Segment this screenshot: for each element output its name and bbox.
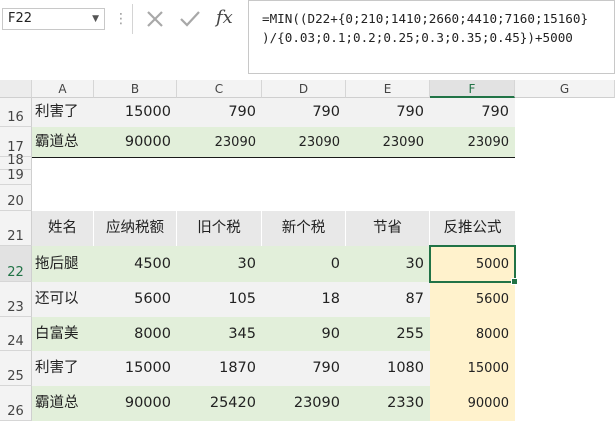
cell-d25[interactable]: 790	[262, 351, 346, 386]
formula-input[interactable]: =MIN((D22+{0;210;1410;2660;4410;7160;151…	[248, 0, 615, 74]
cell-b26[interactable]: 90000	[94, 386, 177, 421]
cell-d24[interactable]: 90	[262, 317, 346, 351]
fill-handle[interactable]	[511, 278, 518, 285]
cell-b22[interactable]: 4500	[94, 246, 177, 282]
column-header-a[interactable]: A	[32, 80, 94, 98]
row-number: 18	[7, 153, 24, 168]
cell-a23[interactable]: 还可以	[32, 282, 94, 317]
table-header-d[interactable]: 新个税	[262, 211, 346, 246]
formula-bar-grip-icon: ⋮	[114, 11, 128, 27]
row-number: 25	[7, 369, 24, 384]
cell-e23[interactable]: 87	[346, 282, 430, 317]
table-header-e[interactable]: 节省	[346, 211, 430, 246]
cell-b25[interactable]: 15000	[94, 351, 177, 386]
row-number: 22	[7, 265, 24, 280]
cell-a26[interactable]: 霸道总	[32, 386, 94, 421]
table-bottom-border	[32, 157, 515, 158]
cell-f17[interactable]: 23090	[430, 127, 515, 157]
cell-f25[interactable]: 15000	[430, 351, 515, 386]
row-header-23[interactable]: 23	[0, 282, 32, 317]
row-number: 24	[7, 334, 24, 349]
cell-e22[interactable]: 30	[346, 246, 430, 282]
row-header-25[interactable]: 25	[0, 351, 32, 386]
column-header-c[interactable]: C	[177, 80, 262, 98]
cell-d16[interactable]: 790	[262, 98, 346, 127]
active-cell-border	[429, 245, 516, 283]
cell-c22[interactable]: 30	[177, 246, 262, 282]
table-header-f[interactable]: 反推公式	[430, 211, 515, 246]
sheet-bottom-strip	[0, 421, 615, 428]
formula-line-2: )/{0.03;0.1;0.2;0.25;0.3;0.35;0.45})+500…	[262, 30, 573, 45]
table-header-c[interactable]: 旧个税	[177, 211, 262, 246]
cell-a17[interactable]: 霸道总	[32, 127, 94, 157]
row-number: 23	[7, 300, 24, 315]
column-header-f[interactable]: F	[430, 80, 515, 98]
cell-f23[interactable]: 5600	[430, 282, 515, 317]
cell-f24[interactable]: 8000	[430, 317, 515, 351]
table-header-b[interactable]: 应纳税额	[94, 211, 177, 246]
column-header-e[interactable]: E	[346, 80, 430, 98]
column-header-b[interactable]: B	[94, 80, 177, 98]
cell-f16[interactable]: 790	[430, 98, 515, 127]
select-all-corner[interactable]	[0, 80, 32, 98]
cell-d23[interactable]: 18	[262, 282, 346, 317]
cell-e17[interactable]: 23090	[346, 127, 430, 157]
row-header-19[interactable]: 19	[0, 168, 32, 185]
cell-c24[interactable]: 345	[177, 317, 262, 351]
cell-c23[interactable]: 105	[177, 282, 262, 317]
cell-a25[interactable]: 利害了	[32, 351, 94, 386]
cell-d26[interactable]: 23090	[262, 386, 346, 421]
cell-b23[interactable]: 5600	[94, 282, 177, 317]
cell-f26[interactable]: 90000	[430, 386, 515, 421]
row-number: 19	[7, 168, 24, 183]
row-number: 16	[7, 110, 24, 125]
row-number: 26	[7, 404, 24, 419]
enter-check-icon[interactable]	[179, 10, 201, 28]
name-box-dropdown-icon[interactable]: ▼	[92, 9, 99, 29]
row-number: 20	[7, 194, 24, 209]
cell-d17[interactable]: 23090	[262, 127, 346, 157]
cancel-icon[interactable]	[145, 10, 165, 28]
name-box-value: F22	[8, 11, 33, 26]
table-header-a[interactable]: 姓名	[32, 211, 94, 246]
row-header-20[interactable]: 20	[0, 185, 32, 211]
column-header-g[interactable]: G	[515, 80, 615, 98]
cell-b24[interactable]: 8000	[94, 317, 177, 351]
cell-e24[interactable]: 255	[346, 317, 430, 351]
cell-c26[interactable]: 25420	[177, 386, 262, 421]
name-box[interactable]: F22 ▼	[2, 8, 105, 30]
formula-line-1: =MIN((D22+{0;210;1410;2660;4410;7160;151…	[262, 11, 589, 26]
cell-c16[interactable]: 790	[177, 98, 262, 127]
row-number: 21	[7, 229, 24, 244]
row-header-21[interactable]: 21	[0, 211, 32, 246]
cell-a22[interactable]: 拖后腿	[32, 246, 94, 282]
cell-e16[interactable]: 790	[346, 98, 430, 127]
cell-d22[interactable]: 0	[262, 246, 346, 282]
cell-b16[interactable]: 15000	[94, 98, 177, 127]
insert-function-icon[interactable]: fx	[216, 4, 233, 32]
row-header-24[interactable]: 24	[0, 317, 32, 351]
cell-e26[interactable]: 2330	[346, 386, 430, 421]
row-header-26[interactable]: 26	[0, 386, 32, 421]
cell-e25[interactable]: 1080	[346, 351, 430, 386]
cell-b17[interactable]: 90000	[94, 127, 177, 157]
row-header-16[interactable]: 16	[0, 98, 32, 127]
column-header-d[interactable]: D	[262, 80, 346, 98]
cell-a24[interactable]: 白富美	[32, 317, 94, 351]
cell-c25[interactable]: 1870	[177, 351, 262, 386]
cell-a16[interactable]: 利害了	[32, 98, 94, 127]
cell-c17[interactable]: 23090	[177, 127, 262, 157]
row-header-22[interactable]: 22	[0, 246, 32, 282]
